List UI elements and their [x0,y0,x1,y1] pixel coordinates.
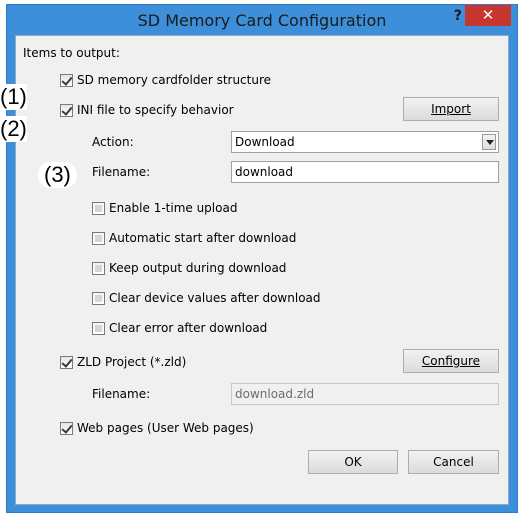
zld-filename-label: Filename: [92,387,151,401]
keep-output-checkbox[interactable] [92,262,105,275]
marker-1: (1) [0,84,27,110]
close-button[interactable]: ✕ [465,5,511,26]
automatic-start-checkbox[interactable] [92,232,105,245]
keep-output-label: Keep output during download [109,261,287,275]
help-icon[interactable]: ? [454,8,462,24]
zld-project-label: ZLD Project (*.zld) [77,355,187,369]
marker-2: (2) [0,116,27,142]
clear-device-values-checkbox[interactable] [92,292,105,305]
action-label: Action: [92,135,134,149]
ok-button[interactable]: OK [308,450,398,474]
web-pages-checkbox[interactable] [60,422,73,435]
chevron-down-icon[interactable] [482,134,496,150]
configure-button[interactable]: Configure [403,349,499,373]
configure-button-label: Configure [421,354,481,368]
window-title: SD Memory Card Configuration [137,11,387,30]
filename-label: Filename: [92,165,151,179]
action-dropdown-value: Download [235,135,295,149]
web-pages-label: Web pages (User Web pages) [77,421,254,435]
clear-device-values-label: Clear device values after download [109,291,321,305]
zld-project-checkbox[interactable] [60,356,73,369]
import-button-label: Import [431,102,471,116]
import-button[interactable]: Import [403,97,499,121]
sd-folder-checkbox[interactable] [60,74,73,87]
filename-input[interactable]: download [231,161,499,183]
ini-file-checkbox[interactable] [60,104,73,117]
automatic-start-label: Automatic start after download [109,231,297,245]
ini-file-label: INI file to specify behavior [77,103,234,117]
clear-error-label: Clear error after download [109,321,268,335]
clear-error-checkbox[interactable] [92,322,105,335]
action-dropdown[interactable]: Download [231,131,499,153]
items-to-output-heading: Items to output: [23,46,120,60]
sd-folder-label: SD memory cardfolder structure [77,73,272,87]
marker-3: (3) [38,162,77,188]
title-bar[interactable]: SD Memory Card Configuration ? ✕ [7,5,517,35]
dialog-window: SD Memory Card Configuration ? ✕ Items t… [6,4,518,513]
dialog-content: Items to output: SD memory cardfolder st… [15,35,509,505]
cancel-button[interactable]: Cancel [408,450,499,474]
zld-filename-input: download.zld [231,383,499,405]
enable-one-time-upload-checkbox[interactable] [92,202,105,215]
enable-one-time-upload-label: Enable 1-time upload [109,201,238,215]
